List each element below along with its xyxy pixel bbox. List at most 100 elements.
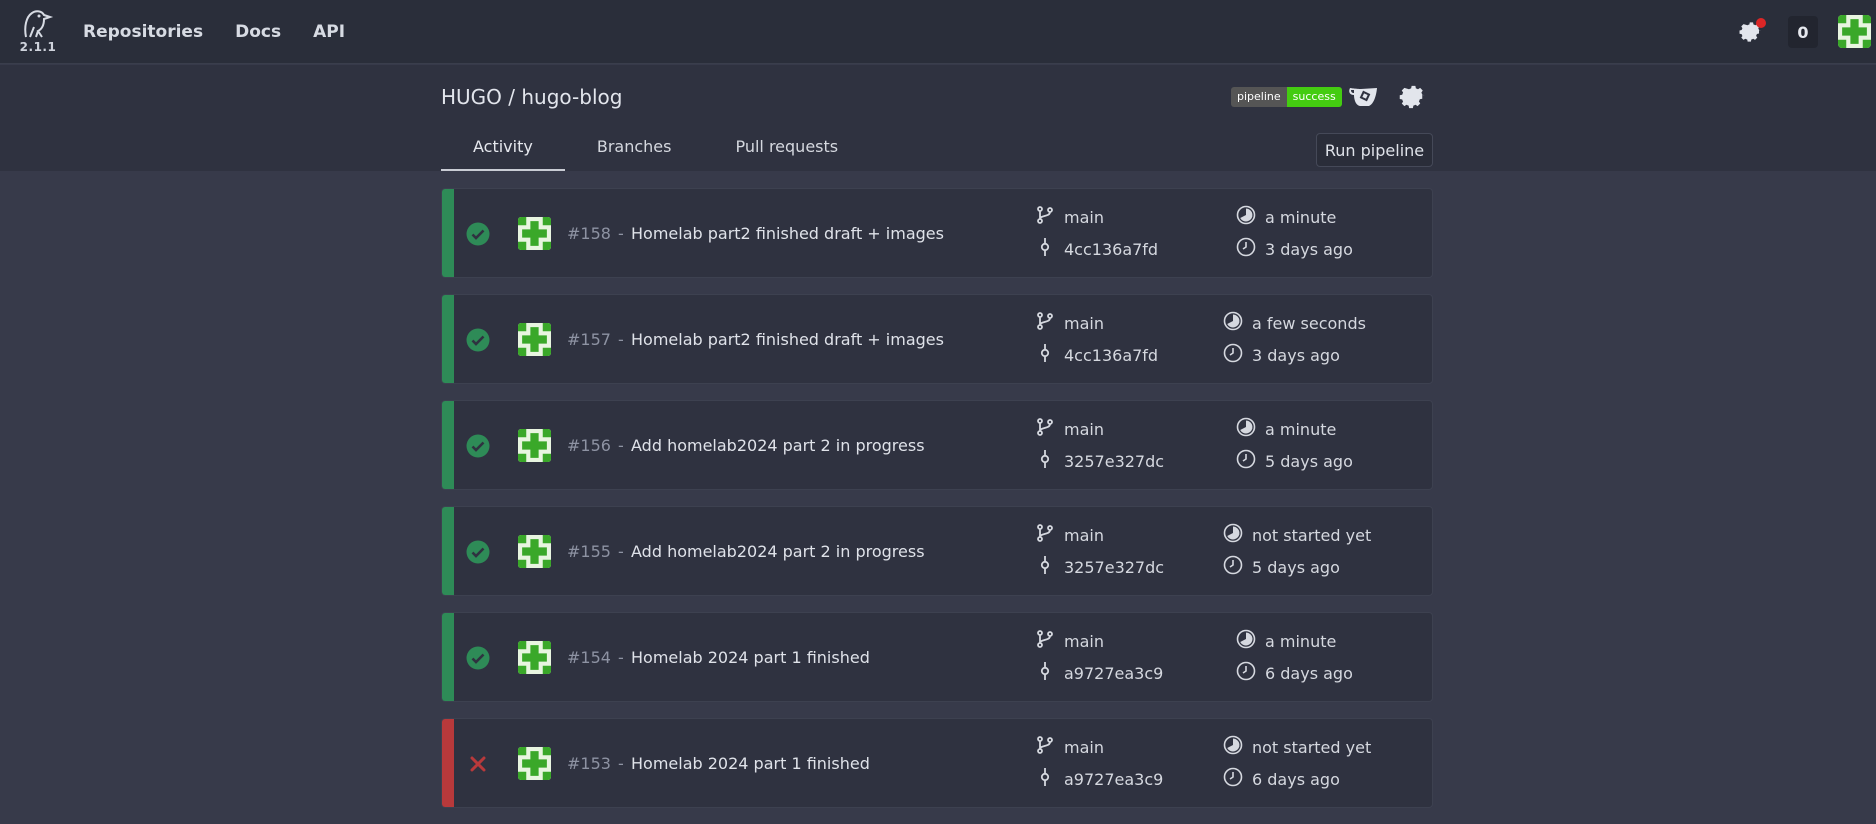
pipeline-list: #158 - Homelab part2 finished draft + im… [441, 188, 1433, 824]
branch-icon [1035, 417, 1055, 437]
separator: - [618, 542, 624, 561]
commit-sha[interactable]: a9727ea3c9 [1064, 664, 1163, 683]
duration-icon [1236, 629, 1256, 649]
branch-name: main [1064, 208, 1104, 227]
pipeline-row[interactable]: #153 - Homelab 2024 part 1 finished main… [441, 718, 1433, 808]
status-stripe [442, 719, 454, 807]
commit-message: Add homelab2024 part 2 in progress [631, 542, 925, 561]
author-avatar [518, 429, 551, 462]
tab-pull-requests[interactable]: Pull requests [703, 131, 870, 171]
nav-repositories-link[interactable]: Repositories [83, 22, 203, 42]
pipeline-number: #153 [567, 754, 611, 773]
pipeline-row[interactable]: #158 - Homelab part2 finished draft + im… [441, 188, 1433, 278]
badge-label: pipeline [1231, 87, 1287, 107]
duration-icon [1236, 205, 1256, 225]
status-stripe [442, 507, 454, 595]
notification-dot [1756, 18, 1766, 28]
repo-tabs: Activity Branches Pull requests [441, 131, 870, 171]
nav-api-link[interactable]: API [313, 22, 345, 42]
pipeline-duration: not started yet [1252, 526, 1372, 545]
branch-icon [1035, 735, 1055, 755]
settings-gear-icon[interactable] [1738, 18, 1766, 45]
pipeline-number: #155 [567, 542, 611, 561]
commit-sha[interactable]: 3257e327dc [1064, 452, 1164, 471]
tab-activity[interactable]: Activity [441, 131, 565, 171]
pipeline-row[interactable]: #157 - Homelab part2 finished draft + im… [441, 294, 1433, 384]
duration-icon [1223, 523, 1243, 543]
pipeline-created: 6 days ago [1252, 770, 1340, 789]
repo-settings-gear-icon[interactable] [1398, 82, 1428, 112]
author-avatar [518, 641, 551, 674]
success-check-icon [466, 646, 490, 670]
commit-icon [1035, 343, 1055, 363]
nav-docs-link[interactable]: Docs [235, 22, 281, 42]
clock-icon [1223, 767, 1243, 787]
clock-icon [1236, 449, 1256, 469]
branch-icon [1035, 311, 1055, 331]
commit-sha[interactable]: 4cc136a7fd [1064, 240, 1158, 259]
branch-name: main [1064, 632, 1104, 651]
commit-message: Homelab 2024 part 1 finished [631, 648, 870, 667]
duration-icon [1223, 735, 1243, 755]
status-stripe [442, 613, 454, 701]
tab-branches[interactable]: Branches [565, 131, 704, 171]
pipeline-status-badge[interactable]: pipeline success [1231, 87, 1342, 107]
run-pipeline-button[interactable]: Run pipeline [1316, 133, 1433, 167]
pipeline-created: 5 days ago [1265, 452, 1353, 471]
separator: - [618, 436, 624, 455]
failure-cross-icon [466, 752, 490, 776]
branch-icon [1035, 205, 1055, 225]
version-label: 2.1.1 [19, 40, 57, 54]
success-check-icon [466, 222, 490, 246]
pipeline-number: #156 [567, 436, 611, 455]
clock-icon [1236, 237, 1256, 257]
commit-message: Add homelab2024 part 2 in progress [631, 436, 925, 455]
branch-icon [1035, 629, 1055, 649]
branch-name: main [1064, 314, 1104, 333]
separator: - [618, 754, 624, 773]
pipeline-row[interactable]: #156 - Add homelab2024 part 2 in progres… [441, 400, 1433, 490]
repo-header: HUGO / hugo-blog pipeline success Activi… [0, 65, 1876, 171]
pipeline-number: #154 [567, 648, 611, 667]
commit-sha[interactable]: a9727ea3c9 [1064, 770, 1163, 789]
clock-icon [1236, 661, 1256, 681]
pipeline-created: 3 days ago [1252, 346, 1340, 365]
clock-icon [1223, 343, 1243, 363]
queue-counter[interactable]: 0 [1788, 16, 1818, 48]
pipeline-row[interactable]: #155 - Add homelab2024 part 2 in progres… [441, 506, 1433, 596]
branch-name: main [1064, 420, 1104, 439]
commit-icon [1035, 449, 1055, 469]
pipeline-duration: a minute [1265, 632, 1337, 651]
status-stripe [442, 295, 454, 383]
badge-value: success [1286, 87, 1342, 107]
pipeline-created: 3 days ago [1265, 240, 1353, 259]
repo-title[interactable]: HUGO / hugo-blog [441, 85, 622, 109]
commit-sha[interactable]: 3257e327dc [1064, 558, 1164, 577]
woodpecker-icon [24, 10, 54, 38]
separator: - [618, 224, 624, 243]
pipeline-duration: a minute [1265, 420, 1337, 439]
gitea-forge-icon[interactable] [1347, 83, 1381, 111]
pipeline-row[interactable]: #154 - Homelab 2024 part 1 finished main… [441, 612, 1433, 702]
commit-message: Homelab part2 finished draft + images [631, 330, 944, 349]
branch-name: main [1064, 738, 1104, 757]
pipeline-number: #158 [567, 224, 611, 243]
author-avatar [518, 747, 551, 780]
author-avatar [518, 217, 551, 250]
commit-message: Homelab 2024 part 1 finished [631, 754, 870, 773]
pipeline-duration: not started yet [1252, 738, 1372, 757]
commit-sha[interactable]: 4cc136a7fd [1064, 346, 1158, 365]
clock-icon [1223, 555, 1243, 575]
woodpecker-logo[interactable]: 2.1.1 [18, 9, 58, 57]
author-avatar [518, 323, 551, 356]
pipeline-created: 6 days ago [1265, 664, 1353, 683]
success-check-icon [466, 434, 490, 458]
branch-name: main [1064, 526, 1104, 545]
success-check-icon [466, 540, 490, 564]
pipeline-created: 5 days ago [1252, 558, 1340, 577]
commit-message: Homelab part2 finished draft + images [631, 224, 944, 243]
separator: - [618, 330, 624, 349]
pipeline-duration: a minute [1265, 208, 1337, 227]
commit-icon [1035, 555, 1055, 575]
user-avatar[interactable] [1838, 15, 1871, 48]
